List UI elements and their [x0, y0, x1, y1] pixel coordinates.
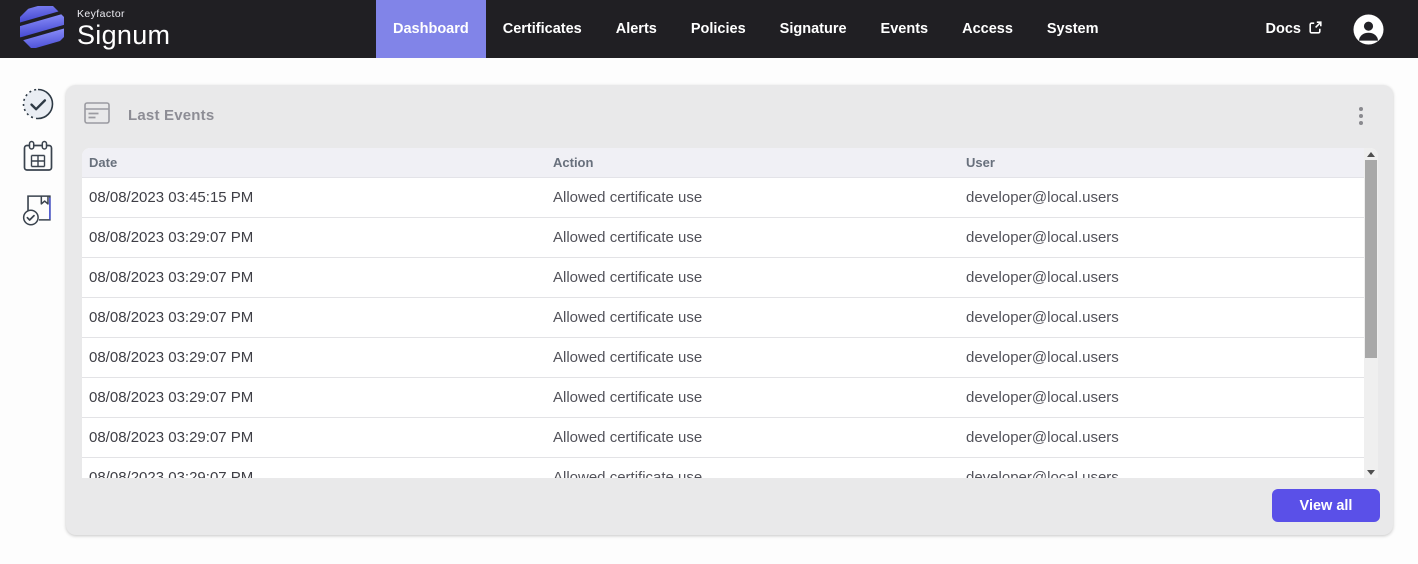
user-avatar[interactable]: [1353, 14, 1384, 45]
calendar-icon[interactable]: [19, 137, 57, 175]
cell-user: developer@local.users: [959, 469, 1364, 478]
cell-date: 08/08/2023 03:45:15 PM: [82, 189, 546, 206]
top-navbar: Keyfactor Signum Dashboard Certificates …: [0, 0, 1418, 58]
docs-link[interactable]: Docs: [1266, 20, 1323, 39]
cell-date: 08/08/2023 03:29:07 PM: [82, 469, 546, 478]
column-header-date[interactable]: Date: [82, 155, 546, 170]
column-header-action[interactable]: Action: [546, 155, 959, 170]
nav-item-certificates[interactable]: Certificates: [486, 0, 599, 58]
cell-action: Allowed certificate use: [546, 229, 959, 246]
cell-action: Allowed certificate use: [546, 349, 959, 366]
external-link-icon: [1308, 20, 1323, 39]
cell-user: developer@local.users: [959, 429, 1364, 446]
cell-user: developer@local.users: [959, 389, 1364, 406]
brand-product: Signum: [77, 22, 170, 49]
keyfactor-signum-logo-icon: [19, 5, 65, 54]
table-row[interactable]: 08/08/2023 03:29:07 PM Allowed certifica…: [82, 378, 1364, 418]
cell-action: Allowed certificate use: [546, 429, 959, 446]
nav-item-policies[interactable]: Policies: [674, 0, 763, 58]
progress-check-icon[interactable]: [19, 85, 57, 123]
scrollbar-down-arrow-icon[interactable]: [1364, 466, 1378, 478]
cell-action: Allowed certificate use: [546, 389, 959, 406]
cell-action: Allowed certificate use: [546, 309, 959, 326]
table-row[interactable]: 08/08/2023 03:29:07 PM Allowed certifica…: [82, 258, 1364, 298]
card-header: Last Events: [66, 85, 1393, 129]
cell-user: developer@local.users: [959, 269, 1364, 286]
cell-user: developer@local.users: [959, 189, 1364, 206]
cell-action: Allowed certificate use: [546, 189, 959, 206]
main-nav: Dashboard Certificates Alerts Policies S…: [376, 0, 1115, 58]
nav-item-alerts[interactable]: Alerts: [599, 0, 674, 58]
cell-user: developer@local.users: [959, 229, 1364, 246]
nav-right: Docs: [1266, 0, 1418, 58]
scrollbar-thumb[interactable]: [1365, 160, 1377, 358]
cell-action: Allowed certificate use: [546, 269, 959, 286]
cell-date: 08/08/2023 03:29:07 PM: [82, 309, 546, 326]
table-row[interactable]: 08/08/2023 03:29:07 PM Allowed certifica…: [82, 298, 1364, 338]
vertical-scrollbar[interactable]: [1364, 148, 1378, 478]
list-window-icon: [84, 102, 110, 129]
column-header-user[interactable]: User: [959, 155, 1364, 170]
nav-item-access[interactable]: Access: [945, 0, 1030, 58]
table-row[interactable]: 08/08/2023 03:29:07 PM Allowed certifica…: [82, 218, 1364, 258]
brand: Keyfactor Signum: [0, 0, 376, 58]
table-row[interactable]: 08/08/2023 03:45:15 PM Allowed certifica…: [82, 178, 1364, 218]
cell-action: Allowed certificate use: [546, 469, 959, 478]
cell-user: developer@local.users: [959, 309, 1364, 326]
view-all-button[interactable]: View all: [1272, 489, 1380, 522]
brand-text: Keyfactor Signum: [77, 9, 170, 50]
cell-date: 08/08/2023 03:29:07 PM: [82, 389, 546, 406]
cell-date: 08/08/2023 03:29:07 PM: [82, 229, 546, 246]
nav-item-dashboard[interactable]: Dashboard: [376, 0, 486, 58]
left-icon-rail: [19, 85, 57, 227]
nav-item-signature[interactable]: Signature: [763, 0, 864, 58]
nav-item-system[interactable]: System: [1030, 0, 1116, 58]
cell-date: 08/08/2023 03:29:07 PM: [82, 429, 546, 446]
brand-company: Keyfactor: [77, 9, 170, 20]
last-events-card: Last Events Date Action User 08/08/2023 …: [66, 85, 1393, 535]
cell-date: 08/08/2023 03:29:07 PM: [82, 269, 546, 286]
events-table-body: Date Action User 08/08/2023 03:45:15 PM …: [82, 148, 1364, 478]
kebab-menu-icon[interactable]: [1355, 103, 1367, 129]
docs-label: Docs: [1266, 21, 1301, 37]
table-row[interactable]: 08/08/2023 03:29:07 PM Allowed certifica…: [82, 418, 1364, 458]
table-row[interactable]: 08/08/2023 03:29:07 PM Allowed certifica…: [82, 458, 1364, 478]
cell-date: 08/08/2023 03:29:07 PM: [82, 349, 546, 366]
events-table: Date Action User 08/08/2023 03:45:15 PM …: [82, 148, 1378, 478]
cell-user: developer@local.users: [959, 349, 1364, 366]
table-header-row: Date Action User: [82, 148, 1364, 178]
card-title: Last Events: [128, 107, 214, 124]
table-row[interactable]: 08/08/2023 03:29:07 PM Allowed certifica…: [82, 338, 1364, 378]
scrollbar-up-arrow-icon[interactable]: [1364, 148, 1378, 160]
content-area: Last Events Date Action User 08/08/2023 …: [0, 58, 1418, 564]
package-check-icon[interactable]: [19, 189, 57, 227]
nav-item-events[interactable]: Events: [864, 0, 946, 58]
